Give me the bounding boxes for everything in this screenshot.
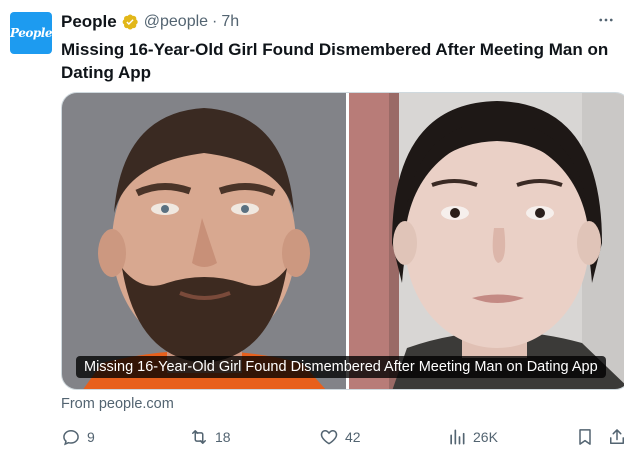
author-handle[interactable]: @people [144, 13, 208, 31]
heart-icon [320, 429, 338, 445]
tweet-timestamp[interactable]: 7h [221, 13, 239, 31]
bookmark-icon [579, 429, 591, 445]
like-count: 42 [345, 429, 361, 445]
link-source[interactable]: From people.com [61, 396, 174, 412]
more-horizontal-icon [599, 18, 613, 22]
media-caption: Missing 16-Year-Old Girl Found Dismember… [76, 356, 606, 378]
more-options-button[interactable] [596, 10, 616, 30]
repost-button[interactable]: 18 [189, 427, 231, 447]
repost-count: 18 [215, 429, 231, 445]
author-avatar[interactable]: People [10, 12, 52, 54]
like-button[interactable]: 42 [319, 427, 361, 447]
tweet-text: Missing 16-Year-Old Girl Found Dismember… [61, 40, 609, 82]
reply-button[interactable]: 9 [61, 427, 95, 447]
share-icon [610, 429, 624, 444]
avatar-logo-text: People [10, 26, 52, 40]
verified-badge-icon[interactable] [121, 13, 139, 31]
bookmark-button[interactable] [575, 427, 595, 447]
link-card-media[interactable]: Missing 16-Year-Old Girl Found Dismember… [61, 92, 624, 390]
views-icon [450, 429, 465, 445]
tweet-header: People @people · 7h [61, 12, 239, 32]
reply-icon [63, 429, 79, 446]
article-thumbnail-image [62, 93, 624, 389]
share-button[interactable] [607, 427, 624, 447]
repost-icon [192, 430, 206, 444]
reply-count: 9 [87, 429, 95, 445]
header-separator: · [212, 13, 218, 30]
author-name[interactable]: People [61, 12, 117, 32]
views-button[interactable]: 26K [447, 427, 498, 447]
views-count: 26K [473, 429, 498, 445]
tweet-actions-bar: 9 18 42 26K [61, 427, 624, 449]
